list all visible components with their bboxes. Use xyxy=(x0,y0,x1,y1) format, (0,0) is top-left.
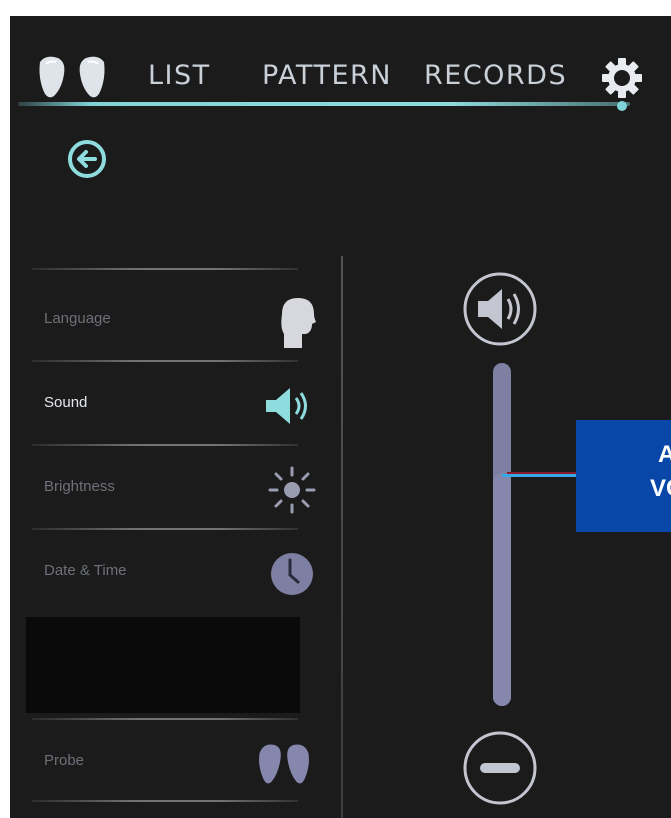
panel-divider xyxy=(341,256,343,818)
menu-item-date-time[interactable]: Date & Time xyxy=(32,538,317,608)
speaker-icon xyxy=(266,388,307,424)
gear-icon[interactable] xyxy=(600,56,644,116)
callout-leader-line xyxy=(502,474,576,477)
menu-item-label: Date & Time xyxy=(44,562,127,579)
menu-item-label: Language xyxy=(44,310,111,327)
callout-text: VC xyxy=(650,475,671,502)
nav-underline xyxy=(18,102,630,106)
redacted-block xyxy=(26,617,300,713)
speaker-loud-icon[interactable] xyxy=(460,269,540,349)
menu-item-label: Brightness xyxy=(44,478,115,495)
tab-records[interactable]: RECORDS xyxy=(424,60,567,91)
menu-item-sound[interactable]: Sound xyxy=(32,370,317,440)
tab-pattern[interactable]: PATTERN xyxy=(262,60,392,91)
annotation-callout: A VC xyxy=(576,420,671,532)
menu-divider xyxy=(32,444,298,446)
top-navigation-bar: LIST PATTERN RECORDS xyxy=(10,16,671,121)
volume-slider[interactable] xyxy=(493,363,511,706)
menu-item-label: Probe xyxy=(44,752,85,769)
tab-list[interactable]: LIST xyxy=(148,60,211,91)
menu-item-label: Sound xyxy=(44,394,88,411)
device-screen: LIST PATTERN RECORDS Language Sound Brig… xyxy=(10,16,671,818)
menu-item-language[interactable]: Language xyxy=(32,286,317,356)
menu-divider xyxy=(32,528,298,530)
menu-divider xyxy=(32,268,298,270)
sun-icon xyxy=(268,466,316,514)
menu-divider xyxy=(32,360,298,362)
back-arrow-icon[interactable] xyxy=(66,138,108,180)
menu-item-brightness[interactable]: Brightness xyxy=(32,454,317,524)
minus-circle-icon[interactable] xyxy=(460,728,540,808)
menu-divider xyxy=(32,718,298,720)
head-profile-icon xyxy=(281,298,316,348)
menu-divider xyxy=(32,800,298,802)
menu-item-probe[interactable]: Probe xyxy=(32,728,317,798)
settings-menu: Language Sound Brightness Date & Time Pr… xyxy=(10,256,335,818)
probe-earbuds-icon xyxy=(39,56,105,98)
clock-icon xyxy=(271,553,313,595)
volume-slider-fill xyxy=(493,472,511,706)
probe-earbuds-icon xyxy=(259,744,309,784)
callout-text: A xyxy=(658,441,671,468)
